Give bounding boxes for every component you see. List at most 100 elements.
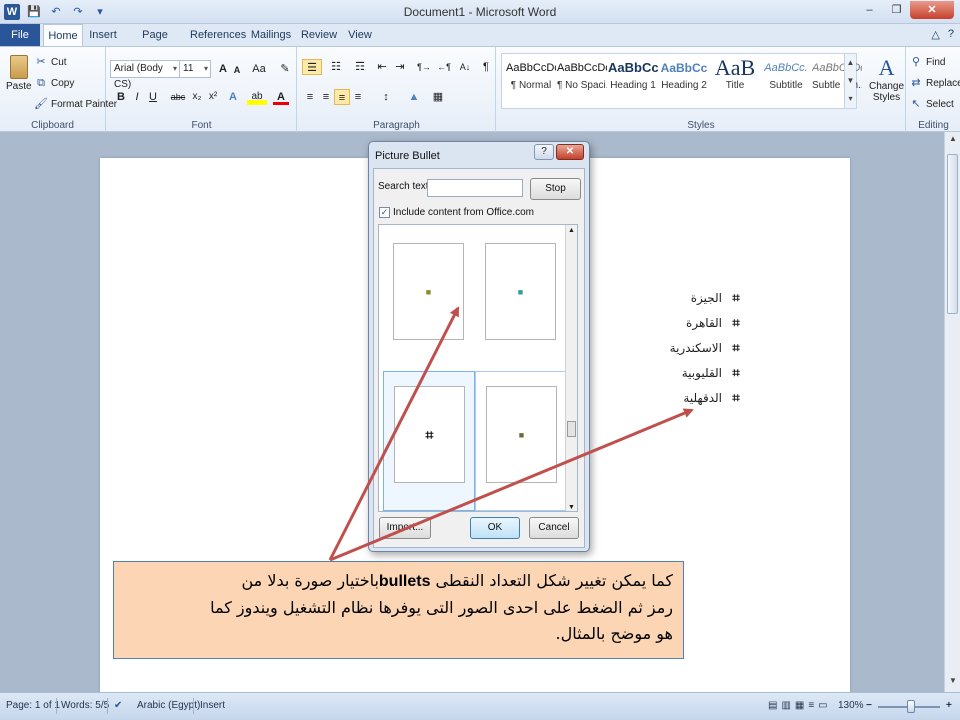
close-button[interactable]: ✕ <box>910 1 954 19</box>
shading-button[interactable]: ▲ <box>406 89 422 105</box>
change-styles-button[interactable]: A Change Styles <box>869 55 904 103</box>
vertical-scrollbar[interactable]: ▲ ▼ <box>944 132 960 692</box>
style-item[interactable]: AaBbCcDc ¶ Normal <box>506 56 556 100</box>
tab-insert[interactable]: Insert <box>86 24 120 46</box>
paragraph-group: ☰ ☷ ☶ ⇤ ⇥ ¶→ ←¶ A↓ ¶ ≡ ≡ ≡ ≡ ↕ ▲ ▦ Parag… <box>298 47 496 133</box>
sort-button[interactable]: A↓ <box>456 59 474 75</box>
zoom-in-button[interactable]: + <box>946 700 952 711</box>
style-item[interactable]: AaBbCcDc ¶ No Spaci... <box>557 56 607 100</box>
list-item[interactable]: ⌗ الجيزة <box>670 286 742 311</box>
dialog-close-button[interactable]: ✕ <box>556 144 584 160</box>
gallery-item-selected[interactable]: ⌗ <box>383 371 475 511</box>
format-painter-button[interactable]: 🖌 Format Painter <box>34 97 117 111</box>
gallery-item[interactable]: ■ <box>383 229 475 369</box>
gallery-item[interactable]: ■ <box>475 371 567 511</box>
tab-page-layout[interactable]: Page Layout <box>126 24 184 63</box>
minimize-button[interactable]: – <box>856 1 883 19</box>
tab-mailings[interactable]: Mailings <box>250 24 292 46</box>
italic-button[interactable]: I <box>129 89 145 105</box>
import-button[interactable]: Import... <box>379 517 431 539</box>
scroll-up-icon[interactable]: ▲ <box>568 227 575 234</box>
view-buttons-icon[interactable]: ▤▥▦≡▭ <box>768 700 832 711</box>
show-formatting-button[interactable]: ¶ <box>478 59 494 75</box>
increase-indent-button[interactable]: ⇥ <box>392 59 408 75</box>
bold-button[interactable]: B <box>113 89 129 105</box>
tab-home[interactable]: Home <box>43 24 83 46</box>
insert-mode[interactable]: Insert <box>200 700 225 711</box>
collapse-ribbon-icon[interactable]: △ <box>931 28 939 41</box>
list-item[interactable]: ⌗ القاهرة <box>670 311 742 336</box>
strikethrough-button[interactable]: abc <box>167 89 189 105</box>
styles-more-icon[interactable]: ▲ ▼ ▾ <box>844 54 856 108</box>
scroll-thumb[interactable] <box>947 154 958 314</box>
zoom-level[interactable]: 130% <box>838 700 864 711</box>
font-color-button[interactable]: A <box>273 89 289 105</box>
align-center-button[interactable]: ≡ <box>318 89 334 105</box>
hash-bullet-icon: ⌗ <box>425 426 434 442</box>
proofing-icon[interactable]: ✔ <box>114 700 122 711</box>
highlight-button[interactable]: ab <box>247 89 267 105</box>
page-count[interactable]: Page: 1 of 1 <box>6 700 60 711</box>
zoom-slider-thumb[interactable] <box>907 700 915 713</box>
style-name: Heading 1 <box>610 80 656 91</box>
zoom-out-button[interactable]: − <box>866 700 872 711</box>
underline-button[interactable]: U <box>145 89 161 105</box>
style-item[interactable]: AaBbCc. Subtitle <box>761 56 811 100</box>
ltr-button[interactable]: ¶→ <box>414 59 434 75</box>
align-left-button[interactable]: ≡ <box>302 89 318 105</box>
cut-button[interactable]: ✂ Cut <box>34 55 66 69</box>
list-item[interactable]: ⌗ الدقهلية <box>670 386 742 411</box>
font-name-combo[interactable]: Arial (Body CS) ▾ <box>110 60 180 90</box>
subscript-button[interactable]: x₂ <box>189 89 205 105</box>
multilevel-list-button[interactable]: ☶ <box>350 59 370 75</box>
rtl-button[interactable]: ←¶ <box>434 59 454 75</box>
numbering-button[interactable]: ☷ <box>326 59 346 75</box>
paste-button[interactable]: Paste <box>6 55 32 92</box>
tab-references[interactable]: References <box>190 24 246 46</box>
line-spacing-button[interactable]: ↕ <box>378 89 394 105</box>
word-count[interactable]: Words: 5/5 <box>61 700 109 711</box>
copy-button[interactable]: ⧉ Copy <box>34 76 74 90</box>
list-item[interactable]: ⌗ الاسكندرية <box>670 336 742 361</box>
help-icon[interactable]: ? <box>948 28 954 41</box>
style-sample: AaBbCc <box>608 60 658 75</box>
shrink-font-button[interactable]: A <box>229 62 245 78</box>
style-item[interactable]: AaBbCc Heading 2 <box>659 56 709 100</box>
scroll-up-icon[interactable]: ▲ <box>945 134 960 148</box>
clear-formatting-button[interactable]: ✎ <box>277 61 293 77</box>
ok-button[interactable]: OK <box>470 517 520 539</box>
restore-button[interactable]: ❐ <box>883 1 910 19</box>
select-button[interactable]: ↖ Select <box>909 97 953 111</box>
superscript-button[interactable]: x² <box>205 89 221 105</box>
replace-button[interactable]: ⇄ Replace <box>909 76 960 90</box>
tab-review[interactable]: Review <box>300 24 338 46</box>
gallery-scrollbar[interactable]: ▲ ▼ <box>565 225 577 511</box>
gallery-scroll-thumb[interactable] <box>567 421 576 437</box>
align-right-button[interactable]: ≡ <box>334 89 350 105</box>
style-item[interactable]: AaBbCc Heading 1 <box>608 56 658 100</box>
language-indicator[interactable]: Arabic (Egypt) <box>137 700 200 711</box>
include-office-checkbox[interactable]: ✓ <box>379 207 390 218</box>
bullets-button[interactable]: ☰ <box>302 59 322 75</box>
change-case-button[interactable]: Aa <box>249 61 269 77</box>
tab-file[interactable]: File <box>0 24 40 46</box>
style-item[interactable]: AaB Title <box>710 56 760 100</box>
picture-gallery: ■ ■ ⌗ ■ ▲ ▼ <box>378 224 578 512</box>
tab-view[interactable]: View <box>345 24 375 46</box>
font-size-combo[interactable]: 11 ▾ <box>179 60 211 78</box>
scroll-down-icon[interactable]: ▼ <box>945 676 960 690</box>
gallery-frame: ■ <box>485 243 556 340</box>
justify-button[interactable]: ≡ <box>350 89 366 105</box>
stop-button[interactable]: Stop <box>530 178 581 200</box>
search-input[interactable] <box>427 179 523 197</box>
picture-bullet-dialog: Picture Bullet ? ✕ Search text: Stop ✓ I… <box>368 141 590 552</box>
borders-button[interactable]: ▦ <box>430 89 446 105</box>
list-item[interactable]: ⌗ القليوبية <box>670 361 742 386</box>
cancel-button[interactable]: Cancel <box>529 517 579 539</box>
scroll-down-icon[interactable]: ▼ <box>568 504 575 511</box>
find-button[interactable]: ⚲ Find <box>909 55 945 69</box>
gallery-item[interactable]: ■ <box>475 229 567 369</box>
decrease-indent-button[interactable]: ⇤ <box>374 59 390 75</box>
text-effects-button[interactable]: A <box>225 89 241 105</box>
dialog-help-button[interactable]: ? <box>534 144 554 160</box>
